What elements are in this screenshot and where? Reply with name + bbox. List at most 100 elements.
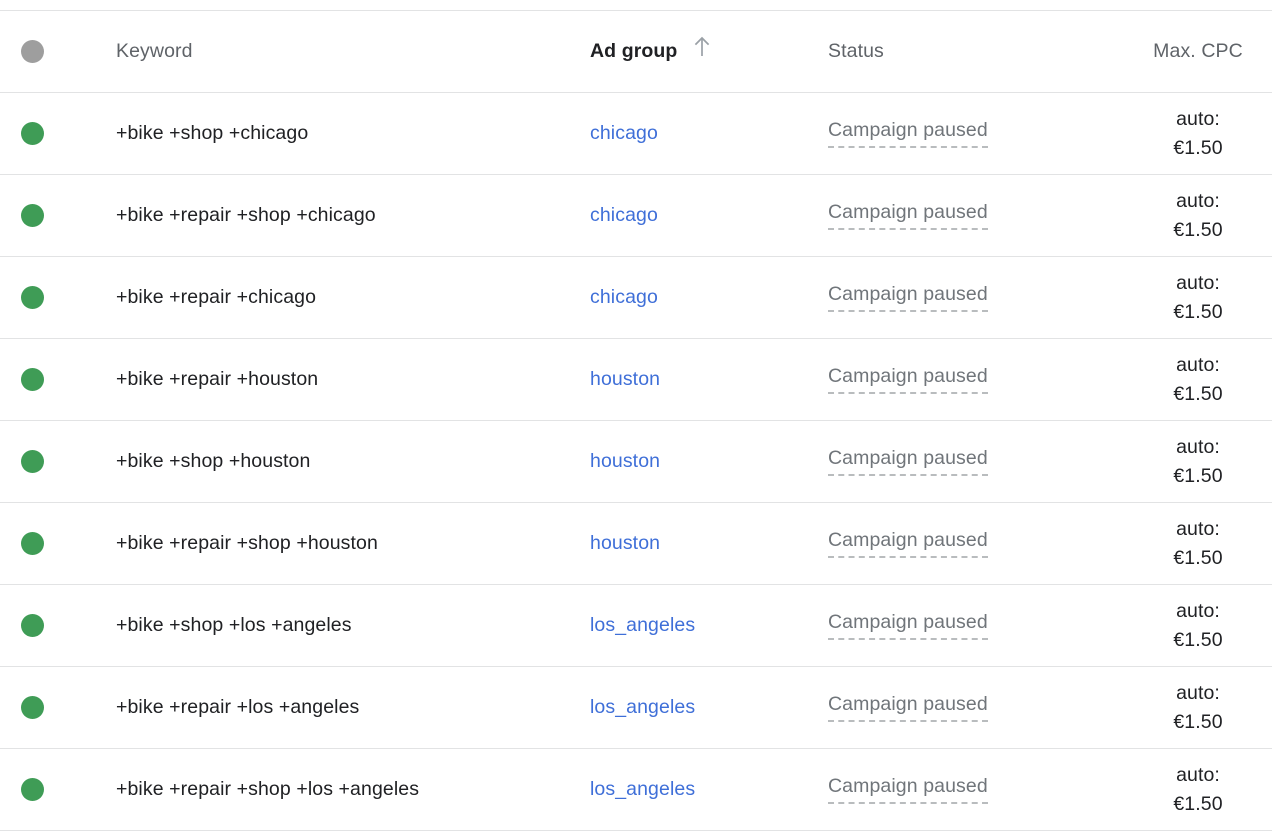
cell-adgroup[interactable]: los_angeles: [590, 696, 828, 718]
max-cpc-value[interactable]: auto: €1.50: [1173, 190, 1222, 241]
cell-max-cpc[interactable]: auto: €1.50: [1134, 187, 1272, 245]
row-select-cell[interactable]: [0, 778, 116, 801]
table-row[interactable]: +bike +repair +houston houston Campaign …: [0, 339, 1272, 421]
max-cpc-value[interactable]: auto: €1.50: [1173, 354, 1222, 405]
row-select-cell[interactable]: [0, 368, 116, 391]
status-dot-icon[interactable]: [21, 532, 44, 555]
arrow-up-icon[interactable]: [691, 35, 713, 64]
column-header-status[interactable]: Status: [828, 41, 1134, 62]
status-dot-icon[interactable]: [21, 204, 44, 227]
adgroup-link[interactable]: chicago: [590, 204, 658, 226]
cell-max-cpc[interactable]: auto: €1.50: [1134, 433, 1272, 491]
status-dot-icon[interactable]: [21, 778, 44, 801]
adgroup-link[interactable]: houston: [590, 368, 660, 390]
cell-max-cpc[interactable]: auto: €1.50: [1134, 351, 1272, 409]
cell-status[interactable]: Campaign paused: [828, 447, 1134, 477]
table-row[interactable]: +bike +repair +chicago chicago Campaign …: [0, 257, 1272, 339]
cell-status[interactable]: Campaign paused: [828, 775, 1134, 805]
row-select-cell[interactable]: [0, 286, 116, 309]
cell-status[interactable]: Campaign paused: [828, 611, 1134, 641]
column-header-adgroup[interactable]: Ad group: [590, 36, 828, 64]
column-header-keyword[interactable]: Keyword: [116, 41, 590, 62]
table-row[interactable]: +bike +repair +los +angeles los_angeles …: [0, 667, 1272, 749]
adgroup-link[interactable]: los_angeles: [590, 778, 695, 800]
status-dot-icon[interactable]: [21, 450, 44, 473]
row-select-cell[interactable]: [0, 122, 116, 145]
status-dot-icon[interactable]: [21, 286, 44, 309]
adgroup-link[interactable]: chicago: [590, 286, 658, 308]
status-badge[interactable]: Campaign paused: [828, 529, 988, 559]
status-badge[interactable]: Campaign paused: [828, 693, 988, 723]
cell-status[interactable]: Campaign paused: [828, 693, 1134, 723]
cell-adgroup[interactable]: houston: [590, 532, 828, 554]
max-cpc-value[interactable]: auto: €1.50: [1173, 682, 1222, 733]
cell-adgroup[interactable]: chicago: [590, 286, 828, 308]
adgroup-link[interactable]: chicago: [590, 122, 658, 144]
cell-adgroup[interactable]: los_angeles: [590, 614, 828, 636]
status-badge[interactable]: Campaign paused: [828, 775, 988, 805]
table-row[interactable]: +bike +shop +los +angeles los_angeles Ca…: [0, 585, 1272, 667]
table-row[interactable]: +bike +shop +chicago chicago Campaign pa…: [0, 93, 1272, 175]
table-row[interactable]: +bike +repair +shop +chicago chicago Cam…: [0, 175, 1272, 257]
adgroup-link[interactable]: houston: [590, 450, 660, 472]
max-cpc-value[interactable]: auto: €1.50: [1173, 108, 1222, 159]
row-select-cell[interactable]: [0, 696, 116, 719]
cell-keyword[interactable]: +bike +shop +houston: [116, 450, 590, 472]
adgroup-link[interactable]: los_angeles: [590, 696, 695, 718]
cell-adgroup[interactable]: los_angeles: [590, 778, 828, 800]
cell-keyword[interactable]: +bike +repair +chicago: [116, 286, 590, 308]
keyword-text: +bike +shop +los +angeles: [116, 613, 352, 636]
status-dot-icon[interactable]: [21, 368, 44, 391]
max-cpc-value[interactable]: auto: €1.50: [1173, 518, 1222, 569]
cell-adgroup[interactable]: chicago: [590, 204, 828, 226]
cell-keyword[interactable]: +bike +repair +shop +chicago: [116, 204, 590, 226]
column-header-max-cpc[interactable]: Max. CPC: [1134, 41, 1272, 62]
header-select-cell[interactable]: [0, 40, 116, 63]
status-badge[interactable]: Campaign paused: [828, 365, 988, 395]
cell-max-cpc[interactable]: auto: €1.50: [1134, 105, 1272, 163]
max-cpc-value[interactable]: auto: €1.50: [1173, 764, 1222, 815]
max-cpc-value[interactable]: auto: €1.50: [1173, 436, 1222, 487]
table-row[interactable]: +bike +repair +shop +houston houston Cam…: [0, 503, 1272, 585]
cell-status[interactable]: Campaign paused: [828, 119, 1134, 149]
row-select-cell[interactable]: [0, 532, 116, 555]
cell-keyword[interactable]: +bike +shop +los +angeles: [116, 613, 590, 636]
cell-max-cpc[interactable]: auto: €1.50: [1134, 761, 1272, 819]
table-row[interactable]: +bike +repair +shop +los +angeles los_an…: [0, 749, 1272, 831]
cell-status[interactable]: Campaign paused: [828, 283, 1134, 313]
cell-keyword[interactable]: +bike +repair +houston: [116, 368, 590, 390]
cell-status[interactable]: Campaign paused: [828, 201, 1134, 231]
cell-max-cpc[interactable]: auto: €1.50: [1134, 679, 1272, 737]
cell-keyword[interactable]: +bike +repair +los +angeles: [116, 695, 590, 718]
cell-max-cpc[interactable]: auto: €1.50: [1134, 597, 1272, 655]
cell-max-cpc[interactable]: auto: €1.50: [1134, 269, 1272, 327]
cell-keyword[interactable]: +bike +repair +shop +houston: [116, 532, 590, 554]
keyword-text: +bike +repair +los +angeles: [116, 695, 360, 718]
status-dot-icon[interactable]: [21, 696, 44, 719]
cell-keyword[interactable]: +bike +shop +chicago: [116, 122, 590, 144]
max-cpc-value[interactable]: auto: €1.50: [1173, 272, 1222, 323]
table-header-row: Keyword Ad group Status Max. CPC: [0, 11, 1272, 93]
table-row[interactable]: +bike +shop +houston houston Campaign pa…: [0, 421, 1272, 503]
status-badge[interactable]: Campaign paused: [828, 201, 988, 231]
status-dot-icon[interactable]: [21, 40, 44, 63]
adgroup-link[interactable]: houston: [590, 532, 660, 554]
cell-adgroup[interactable]: chicago: [590, 122, 828, 144]
status-badge[interactable]: Campaign paused: [828, 119, 988, 149]
row-select-cell[interactable]: [0, 614, 116, 637]
cell-adgroup[interactable]: houston: [590, 368, 828, 390]
cell-status[interactable]: Campaign paused: [828, 365, 1134, 395]
row-select-cell[interactable]: [0, 204, 116, 227]
cell-max-cpc[interactable]: auto: €1.50: [1134, 515, 1272, 573]
cell-keyword[interactable]: +bike +repair +shop +los +angeles: [116, 778, 590, 800]
status-badge[interactable]: Campaign paused: [828, 611, 988, 641]
status-badge[interactable]: Campaign paused: [828, 447, 988, 477]
cell-status[interactable]: Campaign paused: [828, 529, 1134, 559]
status-badge[interactable]: Campaign paused: [828, 283, 988, 313]
cell-adgroup[interactable]: houston: [590, 450, 828, 472]
max-cpc-value[interactable]: auto: €1.50: [1173, 600, 1222, 651]
row-select-cell[interactable]: [0, 450, 116, 473]
status-dot-icon[interactable]: [21, 122, 44, 145]
adgroup-link[interactable]: los_angeles: [590, 614, 695, 636]
status-dot-icon[interactable]: [21, 614, 44, 637]
